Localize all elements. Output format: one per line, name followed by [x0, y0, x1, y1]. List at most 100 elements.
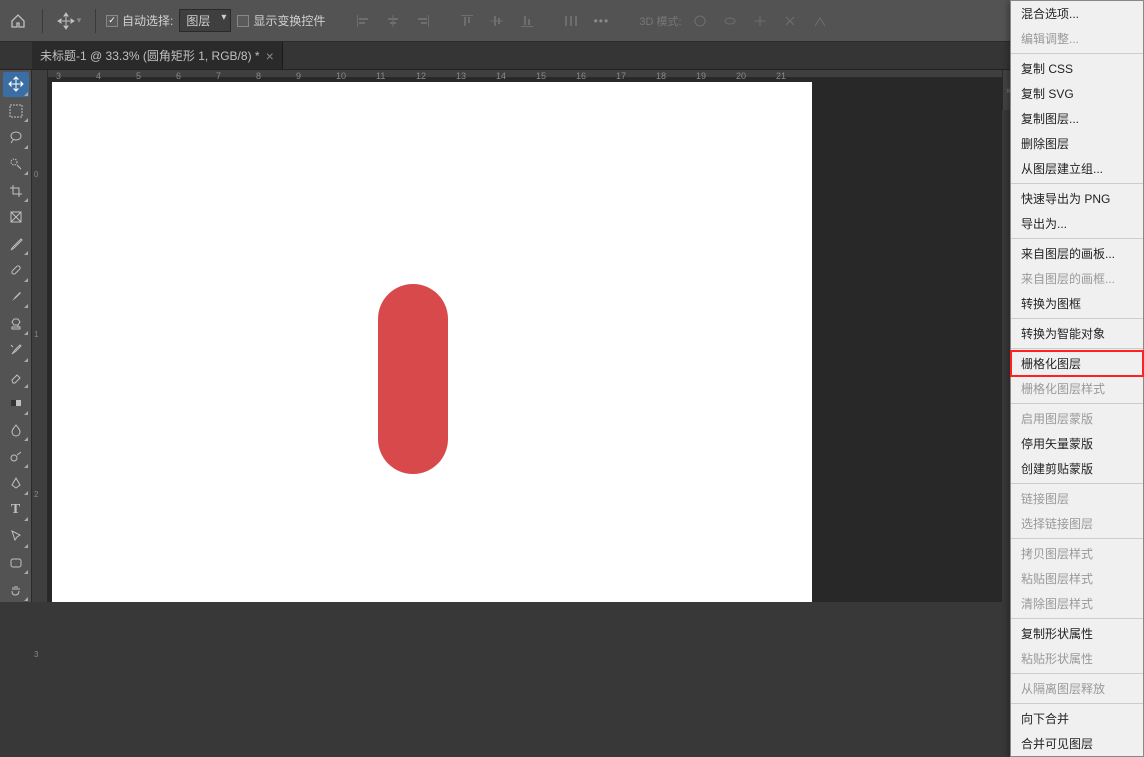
path-select-tool[interactable] [3, 524, 29, 549]
marquee-tool[interactable] [3, 99, 29, 124]
menu-item: 粘贴图层样式 [1011, 566, 1143, 591]
menu-item: 来自图层的画框... [1011, 266, 1143, 291]
ruler-tick: 12 [416, 71, 426, 81]
ruler-tick: 15 [536, 71, 546, 81]
3d-pan-icon [748, 9, 772, 33]
ruler-tick: 11 [376, 71, 385, 81]
type-tool[interactable]: T [3, 498, 29, 523]
ruler-tick: 21 [776, 71, 786, 81]
menu-item[interactable]: 停用矢量蒙版 [1011, 431, 1143, 456]
menu-separator [1011, 53, 1143, 54]
gradient-tool[interactable] [3, 391, 29, 416]
align-hcenter-icon[interactable] [381, 9, 405, 33]
ruler-tick: 6 [176, 71, 181, 81]
align-bottom-icon[interactable] [515, 9, 539, 33]
3d-slide-icon [778, 9, 802, 33]
more-options-icon[interactable]: ••• [589, 9, 613, 33]
menu-item: 栅格化图层样式 [1011, 376, 1143, 401]
auto-select-label: 自动选择: [122, 12, 173, 29]
history-brush-tool[interactable] [3, 338, 29, 363]
menu-item[interactable]: 转换为智能对象 [1011, 321, 1143, 346]
ruler-tick: 7 [216, 71, 221, 81]
menu-item[interactable]: 栅格化图层 [1011, 351, 1143, 376]
show-transform-checkbox[interactable]: 显示变换控件 [237, 12, 325, 29]
canvas-area: 3456789101112131415161718192021 [48, 70, 1002, 602]
ruler-tick: 20 [736, 71, 746, 81]
menu-item[interactable]: 导出为... [1011, 211, 1143, 236]
dodge-tool[interactable] [3, 444, 29, 469]
menu-item[interactable]: 混合选项... [1011, 1, 1143, 26]
ruler-tick: 18 [656, 71, 666, 81]
pen-tool[interactable] [3, 471, 29, 496]
document-tab[interactable]: 未标题-1 @ 33.3% (圆角矩形 1, RGB/8) * × [32, 42, 283, 69]
ruler-tick: 14 [496, 71, 506, 81]
menu-item[interactable]: 复制形状属性 [1011, 621, 1143, 646]
ruler-tick: 10 [336, 71, 346, 81]
menu-item[interactable]: 合并可见图层 [1011, 731, 1143, 756]
3d-orbit-icon [688, 9, 712, 33]
menu-item: 清除图层样式 [1011, 591, 1143, 616]
menu-item: 粘贴形状属性 [1011, 646, 1143, 671]
crop-tool[interactable] [3, 178, 29, 203]
ruler-tick: 0 [34, 170, 38, 179]
menu-item[interactable]: 来自图层的画板... [1011, 241, 1143, 266]
align-left-icon[interactable] [351, 9, 375, 33]
frame-tool[interactable] [3, 205, 29, 230]
healing-tool[interactable] [3, 258, 29, 283]
align-top-icon[interactable] [455, 9, 479, 33]
menu-item[interactable]: 复制 SVG [1011, 81, 1143, 106]
move-tool-icon[interactable]: ▾ [53, 7, 85, 35]
rectangle-tool[interactable] [3, 551, 29, 576]
quick-select-tool[interactable] [3, 152, 29, 177]
ruler-tick: 3 [34, 650, 38, 659]
separator [95, 9, 96, 33]
menu-item[interactable]: 删除图层 [1011, 131, 1143, 156]
eyedropper-tool[interactable] [3, 232, 29, 257]
auto-select-target-dropdown[interactable]: 图层 [179, 9, 231, 32]
menu-item[interactable]: 从图层建立组... [1011, 156, 1143, 181]
menu-separator [1011, 703, 1143, 704]
hand-tool[interactable] [3, 577, 29, 602]
menu-item[interactable]: 向下合并 [1011, 706, 1143, 731]
mode-3d-label: 3D 模式: [639, 13, 681, 29]
menu-separator [1011, 238, 1143, 239]
3d-roll-icon [718, 9, 742, 33]
auto-select-checkbox[interactable]: ✓ 自动选择: [106, 12, 173, 29]
menu-item: 从隔离图层释放 [1011, 676, 1143, 701]
align-right-icon[interactable] [411, 9, 435, 33]
canvas-viewport[interactable] [48, 78, 1002, 602]
ruler-tick: 5 [136, 71, 141, 81]
horizontal-ruler: 3456789101112131415161718192021 [48, 70, 1002, 78]
layer-context-menu: 混合选项...编辑调整...复制 CSS复制 SVG复制图层...删除图层从图层… [1010, 0, 1144, 757]
3d-zoom-icon [808, 9, 832, 33]
menu-item[interactable]: 快速导出为 PNG [1011, 186, 1143, 211]
ruler-tick: 8 [256, 71, 261, 81]
home-icon[interactable] [4, 7, 32, 35]
close-tab-icon[interactable]: × [266, 48, 274, 64]
menu-separator [1011, 673, 1143, 674]
menu-separator [1011, 183, 1143, 184]
menu-separator [1011, 318, 1143, 319]
blur-tool[interactable] [3, 418, 29, 443]
distribute-h-icon[interactable] [559, 9, 583, 33]
menu-separator [1011, 483, 1143, 484]
options-bar: ▾ ✓ 自动选择: 图层 显示变换控件 ••• 3D 模式: [0, 0, 1144, 42]
eraser-tool[interactable] [3, 365, 29, 390]
align-vcenter-icon[interactable] [485, 9, 509, 33]
vertical-ruler: 0123 [32, 70, 48, 602]
canvas[interactable] [52, 82, 812, 602]
move-tool[interactable] [3, 72, 29, 97]
brush-tool[interactable] [3, 285, 29, 310]
menu-item: 拷贝图层样式 [1011, 541, 1143, 566]
menu-item[interactable]: 转换为图框 [1011, 291, 1143, 316]
ruler-tick: 1 [34, 330, 38, 339]
menu-item[interactable]: 创建剪贴蒙版 [1011, 456, 1143, 481]
stamp-tool[interactable] [3, 311, 29, 336]
ruler-tick: 13 [456, 71, 466, 81]
lasso-tool[interactable] [3, 125, 29, 150]
menu-item[interactable]: 复制 CSS [1011, 56, 1143, 81]
ruler-tick: 3 [56, 71, 61, 81]
menu-item[interactable]: 复制图层... [1011, 106, 1143, 131]
rounded-rect-shape[interactable] [378, 284, 448, 474]
ruler-tick: 9 [296, 71, 301, 81]
